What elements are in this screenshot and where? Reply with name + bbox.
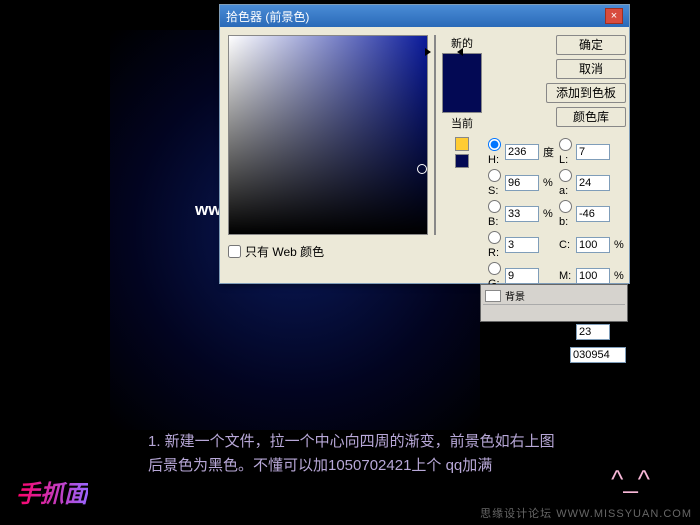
color-swatch-pair xyxy=(442,53,482,113)
color-picker-dialog: 拾色器 (前景色) × 只有 Web 颜色 新的 当前 xyxy=(219,4,630,284)
radio-r[interactable] xyxy=(488,231,501,244)
hue-strip[interactable] xyxy=(434,35,436,235)
close-icon[interactable]: × xyxy=(605,8,623,24)
field-l[interactable] xyxy=(576,144,610,160)
field-c[interactable] xyxy=(576,237,610,253)
web-only-input[interactable] xyxy=(228,245,241,258)
saturation-value-field[interactable] xyxy=(228,35,428,235)
field-hex[interactable] xyxy=(570,347,626,363)
cancel-button[interactable]: 取消 xyxy=(556,59,626,79)
radio-l[interactable] xyxy=(559,138,572,151)
field-b[interactable] xyxy=(505,206,539,222)
radio-b[interactable] xyxy=(488,200,501,213)
radio-s[interactable] xyxy=(488,169,501,182)
brand-logo: 手抓面 xyxy=(16,474,88,509)
add-swatch-button[interactable]: 添加到色板 xyxy=(546,83,626,103)
layers-panel: 背景 xyxy=(480,284,628,322)
label-current: 当前 xyxy=(451,115,473,131)
hue-slider-icon xyxy=(431,48,457,54)
swatch-current[interactable] xyxy=(443,83,481,112)
swatch-new[interactable] xyxy=(443,54,481,83)
field-g[interactable] xyxy=(505,268,539,284)
field-a[interactable] xyxy=(576,175,610,191)
radio-a[interactable] xyxy=(559,169,572,182)
dialog-titlebar[interactable]: 拾色器 (前景色) × xyxy=(220,5,629,27)
field-s[interactable] xyxy=(505,175,539,191)
ok-button[interactable]: 确定 xyxy=(556,35,626,55)
web-only-checkbox[interactable]: 只有 Web 颜色 xyxy=(228,243,428,260)
layer-thumb-icon xyxy=(485,290,501,302)
radio-g[interactable] xyxy=(488,262,501,275)
layer-row-background[interactable]: 背景 xyxy=(483,287,625,305)
dialog-title: 拾色器 (前景色) xyxy=(226,8,309,25)
tutorial-caption: 1. 新建一个文件，拉一个中心向四周的渐变，前景色如右上图 后景色为黑色。不懂可… xyxy=(148,430,648,478)
radio-lab-b[interactable] xyxy=(559,200,572,213)
gamut-warning-icon[interactable] xyxy=(455,137,469,151)
field-k[interactable] xyxy=(576,324,610,340)
field-lab-b[interactable] xyxy=(576,206,610,222)
hex-label: # xyxy=(560,349,566,361)
sv-cursor-icon xyxy=(417,164,427,174)
color-library-button[interactable]: 颜色库 xyxy=(556,107,626,127)
field-h[interactable] xyxy=(505,144,539,160)
gamut-swatch[interactable] xyxy=(455,154,469,168)
radio-h[interactable] xyxy=(488,138,501,151)
field-r[interactable] xyxy=(505,237,539,253)
field-m[interactable] xyxy=(576,268,610,284)
footer-watermark: 思缘设计论坛 WWW.MISSYUAN.COM xyxy=(480,505,692,521)
emoticon-icon: ^_^ xyxy=(611,464,650,495)
